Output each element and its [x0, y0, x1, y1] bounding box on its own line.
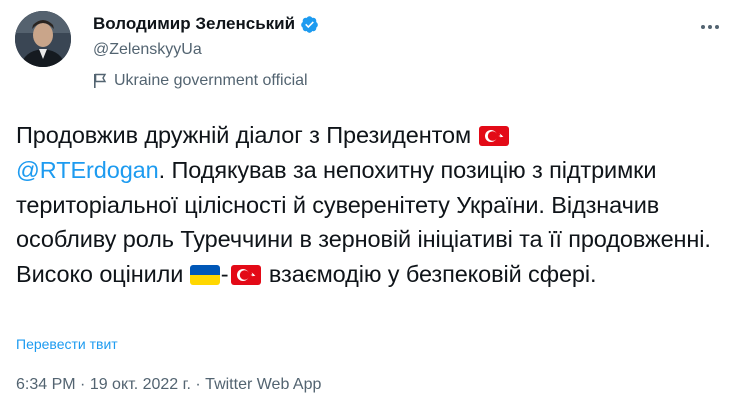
meta-separator-2: · — [190, 376, 206, 393]
affiliation-text: Ukraine government official — [114, 72, 308, 89]
author-handle[interactable]: @ZelenskyyUa — [93, 40, 202, 60]
tweet-time[interactable]: 6:34 PM — [16, 376, 76, 393]
translate-tweet-link[interactable]: Перевести твит — [16, 335, 118, 353]
avatar-photo — [15, 11, 71, 67]
ukraine-flag-icon — [189, 261, 220, 286]
tweet-text: Продовжив дружній діалог з Президентом @… — [16, 118, 726, 292]
tweet-text-part3: взаємодію у безпековій сфері. — [262, 261, 597, 288]
affiliation-label: Ukraine government official — [93, 71, 308, 91]
more-options-icon[interactable] — [699, 16, 721, 38]
tweet-meta: 6:34 PM · 19 окт. 2022 г. · Twitter Web … — [16, 375, 321, 395]
turkey-flag-icon-2 — [230, 261, 261, 286]
turkey-flag-icon — [479, 122, 510, 146]
tweet-text-dash: - — [220, 261, 229, 288]
author-name-row[interactable]: Володимир Зеленський — [93, 13, 319, 35]
tweet-date[interactable]: 19 окт. 2022 г. — [90, 376, 191, 393]
tweet-source[interactable]: Twitter Web App — [205, 376, 321, 393]
avatar[interactable] — [15, 11, 71, 67]
display-name[interactable]: Володимир Зеленський — [93, 13, 295, 35]
tweet-text-part1: Продовжив дружній діалог з Президентом — [16, 122, 478, 148]
mention-link[interactable]: @RTErdogan — [16, 157, 159, 183]
meta-separator: · — [75, 376, 90, 393]
flag-icon — [93, 73, 107, 89]
verified-badge-icon — [300, 15, 319, 34]
